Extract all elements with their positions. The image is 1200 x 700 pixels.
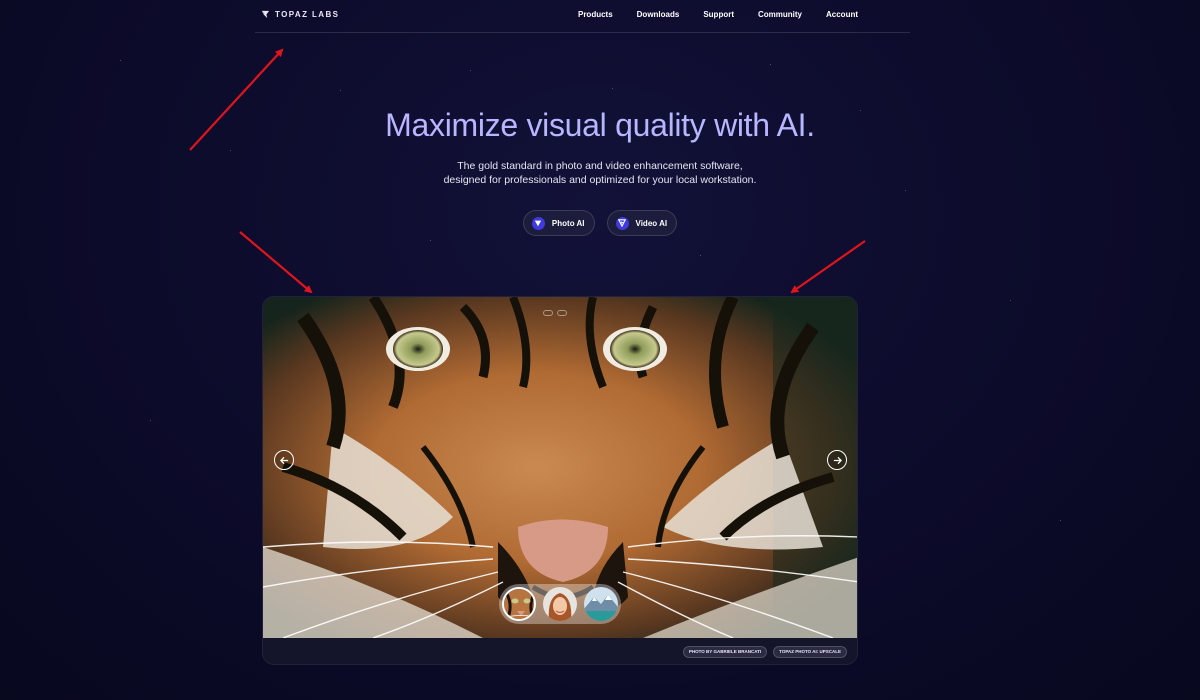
site-header: TOPAZ LABS Products Downloads Support Co… <box>255 0 910 33</box>
toggle-dot-1[interactable] <box>543 310 553 316</box>
arrow-left-icon <box>279 456 288 464</box>
nav-support[interactable]: Support <box>703 10 734 19</box>
topaz-logo[interactable]: TOPAZ LABS <box>261 10 339 19</box>
video-ai-icon <box>615 216 629 230</box>
topaz-logo-icon <box>261 10 270 19</box>
nav-products[interactable]: Products <box>578 10 613 19</box>
showcase-image-area <box>263 297 857 638</box>
nav-account[interactable]: Account <box>826 10 858 19</box>
next-arrow-button[interactable] <box>827 450 847 470</box>
thumbnail-tiger[interactable] <box>502 587 536 621</box>
thumbnail-landscape[interactable] <box>584 587 618 621</box>
hero-subtitle-line-2: designed for professionals and optimized… <box>443 174 757 186</box>
thumbnail-selector <box>499 584 621 624</box>
arrow-right-icon <box>833 456 842 464</box>
main-nav: Products Downloads Support Community Acc… <box>578 10 858 19</box>
annotation-arrow-left-corner <box>239 231 313 294</box>
video-ai-label: Video AI <box>635 218 668 228</box>
hero-subtitle: The gold standard in photo and video enh… <box>0 159 1200 187</box>
view-toggle[interactable] <box>543 310 567 316</box>
previous-arrow-button[interactable] <box>274 450 294 470</box>
image-showcase: PHOTO BY GABRIELE BRANCATI TOPAZ PHOTO A… <box>262 296 858 665</box>
toggle-dot-2[interactable] <box>557 310 567 316</box>
product-buttons: Photo AI Video AI <box>0 210 1200 236</box>
showcase-footer: PHOTO BY GABRIELE BRANCATI TOPAZ PHOTO A… <box>263 638 857 664</box>
nav-community[interactable]: Community <box>758 10 802 19</box>
hero-subtitle-line-1: The gold standard in photo and video enh… <box>457 160 743 172</box>
photo-credit-tag: PHOTO BY GABRIELE BRANCATI <box>682 646 768 658</box>
credit-tags: PHOTO BY GABRIELE BRANCATI TOPAZ PHOTO A… <box>682 646 847 658</box>
photo-ai-button[interactable]: Photo AI <box>522 210 595 236</box>
model-tag: TOPAZ PHOTO AI: UPSCALE <box>773 646 847 658</box>
thumbnail-portrait[interactable] <box>543 587 577 621</box>
nav-downloads[interactable]: Downloads <box>637 10 680 19</box>
photo-ai-label: Photo AI <box>551 218 585 228</box>
annotation-arrow-right-corner <box>790 240 866 294</box>
hero-title: Maximize visual quality with AI. <box>385 107 815 143</box>
logo-text: TOPAZ LABS <box>275 10 340 19</box>
photo-ai-icon <box>531 216 545 230</box>
video-ai-button[interactable]: Video AI <box>606 210 678 236</box>
